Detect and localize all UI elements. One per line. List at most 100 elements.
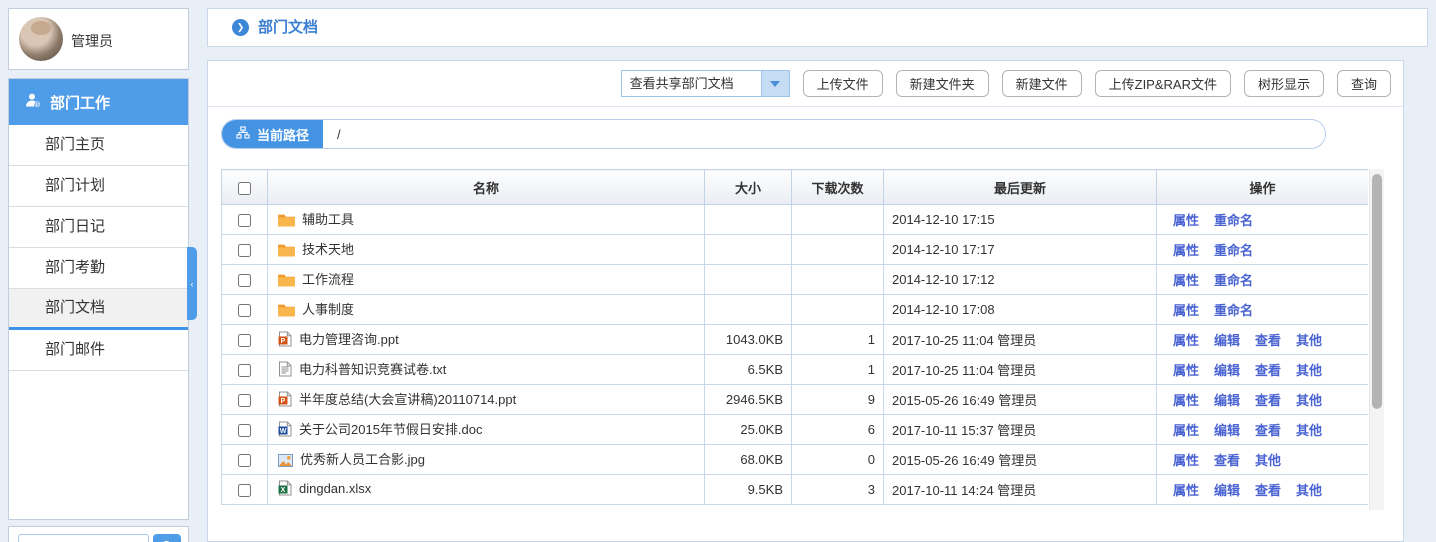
table-row: P电力管理咨询.ppt1043.0KB12017-10-25 11:04 管理员…: [222, 325, 1369, 355]
select-arrow-button[interactable]: [762, 70, 790, 97]
table-scrollbar-thumb[interactable]: [1372, 174, 1382, 409]
op-rename-link[interactable]: 重命名: [1214, 273, 1253, 288]
op-attributes-link[interactable]: 属性: [1173, 483, 1199, 498]
search-input[interactable]: [18, 534, 149, 542]
file-name[interactable]: 电力科普知识竞赛试卷.txt: [299, 362, 446, 377]
op-edit-link[interactable]: 编辑: [1214, 393, 1240, 408]
file-name[interactable]: 优秀新人员工合影.jpg: [300, 452, 425, 467]
op-attributes-link[interactable]: 属性: [1173, 423, 1199, 438]
file-size: 25.0KB: [705, 415, 792, 445]
select-all-checkbox[interactable]: [238, 182, 251, 195]
op-view-link[interactable]: 查看: [1255, 423, 1281, 438]
op-view-link[interactable]: 查看: [1255, 393, 1281, 408]
view-mode-select[interactable]: 查看共享部门文档: [621, 70, 790, 97]
col-header-downloads: 下载次数: [792, 170, 884, 205]
download-count: [792, 295, 884, 325]
row-checkbox[interactable]: [238, 364, 251, 377]
op-edit-link[interactable]: 编辑: [1214, 363, 1240, 378]
last-updated: 2015-05-26 16:49 管理员: [884, 445, 1157, 475]
download-count: [792, 265, 884, 295]
op-attributes-link[interactable]: 属性: [1173, 213, 1199, 228]
op-attributes-link[interactable]: 属性: [1173, 303, 1199, 318]
sidebar-collapse-handle[interactable]: ‹: [187, 247, 197, 320]
op-rename-link[interactable]: 重命名: [1214, 213, 1253, 228]
upload-zip-rar-button[interactable]: 上传ZIP&RAR文件: [1095, 70, 1231, 97]
row-checkbox[interactable]: [238, 334, 251, 347]
op-rename-link[interactable]: 重命名: [1214, 243, 1253, 258]
file-name[interactable]: 半年度总结(大会宣讲稿)20110714.ppt: [299, 392, 516, 407]
file-size: [705, 235, 792, 265]
chevron-left-icon: ‹: [191, 279, 194, 289]
op-attributes-link[interactable]: 属性: [1173, 393, 1199, 408]
last-updated: 2014-12-10 17:17: [884, 235, 1157, 265]
folder-icon: [278, 213, 295, 230]
file-name[interactable]: 关于公司2015年节假日安排.doc: [299, 422, 483, 437]
page-title: 部门文档: [258, 9, 318, 46]
svg-text:W: W: [280, 428, 287, 435]
view-mode-value: 查看共享部门文档: [621, 70, 762, 97]
new-folder-button[interactable]: 新建文件夹: [896, 70, 989, 97]
row-checkbox[interactable]: [238, 214, 251, 227]
row-checkbox[interactable]: [238, 274, 251, 287]
op-edit-link[interactable]: 编辑: [1214, 483, 1240, 498]
sidebar-item-attendance[interactable]: 部门考勤: [9, 248, 188, 289]
sidebar-item-plan[interactable]: 部门计划: [9, 166, 188, 207]
sidebar-item-mail[interactable]: 部门邮件: [9, 330, 188, 371]
upload-file-button[interactable]: 上传文件: [803, 70, 883, 97]
op-rename-link[interactable]: 重命名: [1214, 303, 1253, 318]
sidebar-menu: 部门工作 部门主页部门计划部门日记部门考勤部门文档部门邮件: [8, 78, 189, 520]
sidebar-item-department-work[interactable]: 部门工作: [9, 79, 188, 125]
file-size: 68.0KB: [705, 445, 792, 475]
sidebar-item-documents[interactable]: 部门文档: [9, 289, 188, 330]
op-attributes-link[interactable]: 属性: [1173, 453, 1199, 468]
user-name: 管理员: [71, 31, 113, 51]
file-name[interactable]: 工作流程: [302, 272, 354, 287]
op-other-link[interactable]: 其他: [1296, 423, 1322, 438]
txt-icon: [278, 361, 292, 380]
op-other-link[interactable]: 其他: [1296, 333, 1322, 348]
file-name[interactable]: 技术天地: [302, 242, 354, 257]
search-button[interactable]: [153, 534, 181, 542]
op-other-link[interactable]: 其他: [1296, 363, 1322, 378]
row-checkbox[interactable]: [238, 244, 251, 257]
sidebar-item-home[interactable]: 部门主页: [9, 125, 188, 166]
op-attributes-link[interactable]: 属性: [1173, 333, 1199, 348]
op-other-link[interactable]: 其他: [1255, 453, 1281, 468]
toolbar: 查看共享部门文档 上传文件新建文件夹新建文件上传ZIP&RAR文件树形显示查询: [208, 61, 1403, 107]
current-path-label: 当前路径: [257, 125, 309, 144]
ppt-icon: P: [278, 391, 292, 410]
file-name[interactable]: dingdan.xlsx: [299, 481, 371, 496]
file-name[interactable]: 辅助工具: [302, 212, 354, 227]
op-other-link[interactable]: 其他: [1296, 393, 1322, 408]
table-row: 技术天地 2014-12-10 17:17 属性重命名: [222, 235, 1369, 265]
row-checkbox[interactable]: [238, 304, 251, 317]
table-scrollbar-track[interactable]: [1369, 169, 1384, 510]
row-checkbox[interactable]: [238, 484, 251, 497]
tree-view-button[interactable]: 树形显示: [1244, 70, 1324, 97]
sidebar-item-diary[interactable]: 部门日记: [9, 207, 188, 248]
row-checkbox[interactable]: [238, 394, 251, 407]
new-file-button[interactable]: 新建文件: [1002, 70, 1082, 97]
file-size: 6.5KB: [705, 355, 792, 385]
file-name[interactable]: 人事制度: [302, 302, 354, 317]
ppt-icon: P: [278, 331, 292, 350]
table-row: 人事制度2014-12-10 17:08属性重命名: [222, 295, 1369, 325]
op-edit-link[interactable]: 编辑: [1214, 333, 1240, 348]
op-other-link[interactable]: 其他: [1296, 483, 1322, 498]
op-edit-link[interactable]: 编辑: [1214, 423, 1240, 438]
op-view-link[interactable]: 查看: [1255, 333, 1281, 348]
op-view-link[interactable]: 查看: [1214, 453, 1240, 468]
row-checkbox[interactable]: [238, 424, 251, 437]
row-checkbox[interactable]: [238, 454, 251, 467]
user-panel: 管理员: [8, 8, 189, 70]
file-name[interactable]: 电力管理咨询.ppt: [299, 332, 399, 347]
op-attributes-link[interactable]: 属性: [1173, 273, 1199, 288]
download-count: 1: [792, 355, 884, 385]
query-button[interactable]: 查询: [1337, 70, 1391, 97]
op-view-link[interactable]: 查看: [1255, 363, 1281, 378]
last-updated: 2017-10-25 11:04 管理员: [884, 355, 1157, 385]
op-view-link[interactable]: 查看: [1255, 483, 1281, 498]
op-attributes-link[interactable]: 属性: [1173, 363, 1199, 378]
col-header-updated: 最后更新: [884, 170, 1157, 205]
op-attributes-link[interactable]: 属性: [1173, 243, 1199, 258]
